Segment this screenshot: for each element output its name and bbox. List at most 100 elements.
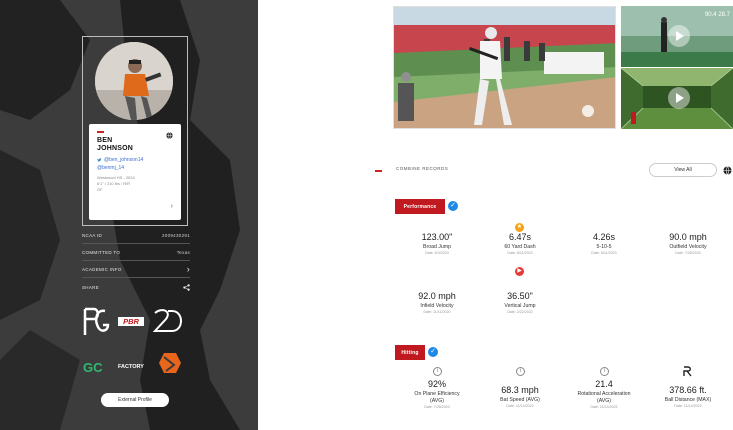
stat-5-10-5: 4.26s 5-10-5 Date: 6/11/2023 <box>559 232 649 256</box>
partner-logos: PBR GC FACTORY <box>80 305 190 385</box>
stat-label: Broad Jump <box>423 244 451 250</box>
stat-value: 92% <box>427 379 446 389</box>
twitter-icon <box>97 157 102 162</box>
velocity-overlay: 90.4 28.7 <box>705 12 731 18</box>
stat-date: Date: 11/14/2022 <box>674 404 702 408</box>
stat-infield-velocity: 92.0 mph Infield Velocity Date: 11/11/20… <box>392 291 482 315</box>
stat-on-plane-efficiency: 92% On Plane Efficiency (AVG) Date: 7/28… <box>392 379 482 410</box>
combine-records-title: COMBINE RECORDS <box>396 166 449 171</box>
twitter-link[interactable]: @ben_johnson14 <box>97 156 173 164</box>
share-label: SHARE <box>82 284 100 290</box>
stat-date: Date: 2/22/2022 <box>507 310 533 314</box>
chevron-right-icon[interactable]: › <box>171 203 173 210</box>
pg-logo <box>83 307 110 335</box>
stat-label: 60 Yard Dash <box>504 244 536 250</box>
section-accent-bar <box>375 170 382 172</box>
baseball-field-video-frame <box>394 7 615 128</box>
hexagon-logo <box>159 353 181 373</box>
committed-value: Texas <box>176 250 190 255</box>
player-photo <box>95 42 173 120</box>
stat-value: 68.3 mph <box>501 385 539 395</box>
verified-check-icon: ✓ <box>428 347 438 357</box>
video-badge-icon: ▶ <box>515 267 524 276</box>
factory-logo: FACTORY <box>118 364 144 370</box>
stat-bat-speed: 68.3 mph Bat Speed (AVG) Date: 11/14/202… <box>475 385 565 409</box>
view-all-button[interactable]: View All <box>649 163 717 177</box>
info-icon[interactable]: i <box>433 367 442 376</box>
zoom-icon <box>582 105 594 117</box>
stat-value: 36.50" <box>507 291 533 301</box>
stat-label: Rotational Acceleration <box>577 391 631 397</box>
profile-sidebar: BEN JOHNSON @ben_johnson14 @benmj_14 Wes… <box>0 0 258 430</box>
performance-tab[interactable]: Performance <box>395 199 445 214</box>
avatar <box>95 42 173 120</box>
gc-logo: GC <box>83 360 103 375</box>
stat-value: 4.26s <box>592 232 616 242</box>
pbr-logo: PBR <box>118 317 144 326</box>
stat-value: 378.66 ft. <box>669 385 707 395</box>
batting-cage-thumbnail: 90.4 28.7 <box>621 6 733 67</box>
stat-label: Ball Distance (MAX) <box>664 397 712 403</box>
profile-card[interactable]: BEN JOHNSON @ben_johnson14 @benmj_14 Wes… <box>89 124 181 220</box>
player-last-name: JOHNSON <box>97 145 134 152</box>
stat-value: 90.0 mph <box>669 232 707 242</box>
stat-label: Bat Speed (AVG) <box>500 397 540 403</box>
stat-date: Date: 11/14/2022 <box>590 405 618 409</box>
2d-logo <box>152 309 182 332</box>
stat-label: Vertical Jump <box>504 303 536 309</box>
external-profile-button[interactable]: External Profile <box>101 393 169 407</box>
hitting-tab[interactable]: Hitting <box>395 345 425 360</box>
stat-label: On Plane Efficiency <box>414 391 460 397</box>
stat-label-suffix: (AVG) <box>596 398 612 404</box>
gc-logo-text: GC <box>83 360 103 375</box>
player-meta: Westwood HS - 2024 6'1" / 210 lbs / R/R … <box>97 175 173 193</box>
stat-date: Date: 6/3/2023 <box>425 251 449 255</box>
stat-label: Infield Velocity <box>420 303 454 309</box>
stat-value: 21.4 <box>595 379 613 389</box>
chevron-right-icon: › <box>186 264 190 274</box>
indoor-cage-thumbnail <box>621 68 733 129</box>
player-first-name: BEN <box>97 137 113 144</box>
rapsodo-logo-icon <box>683 366 692 377</box>
academic-label: ACADEMIC INFO <box>82 267 122 272</box>
ncaa-id-value: 2009430291 <box>161 233 190 238</box>
main-video-player[interactable] <box>393 6 616 129</box>
globe-icon[interactable] <box>166 132 173 139</box>
stat-date: Date: 7/28/2020 <box>675 251 701 255</box>
info-row-academic[interactable]: ACADEMIC INFO › <box>82 262 190 278</box>
info-row-committed: COMMITTED TO Texas <box>82 245 190 261</box>
stat-label: Outfield Velocity <box>669 244 707 250</box>
verified-check-icon: ✓ <box>448 201 458 211</box>
ncaa-id-label: NCAA ID <box>82 233 103 238</box>
instagram-link[interactable]: @benmj_14 <box>97 164 173 172</box>
stat-vertical-jump[interactable]: 36.50" Vertical Jump Date: 2/22/2022 <box>475 291 565 315</box>
stat-date: Date: 6/11/2023 <box>591 251 617 255</box>
info-icon[interactable]: i <box>516 367 525 376</box>
info-row-share[interactable]: SHARE <box>82 279 190 295</box>
stat-rotational-acceleration: 21.4 Rotational Acceleration (AVG) Date:… <box>559 379 649 410</box>
committed-label: COMMITTED TO <box>82 250 121 255</box>
instagram-handle: @benmj_14 <box>97 165 125 171</box>
twitter-handle: @ben_johnson14 <box>104 157 144 163</box>
globe-icon[interactable] <box>723 166 732 175</box>
stat-date: Date: 6/11/2023 <box>507 251 533 255</box>
stat-date: Date: 7/28/2020 <box>424 405 450 409</box>
stat-label: 5-10-5 <box>596 244 612 250</box>
stat-date: Date: 11/14/2022 <box>506 404 534 408</box>
stat-ball-distance: 378.66 ft. Ball Distance (MAX) Date: 11/… <box>643 385 733 409</box>
stat-label-suffix: (AVG) <box>429 398 445 404</box>
video-thumbnail-2[interactable] <box>621 68 733 129</box>
share-icon <box>183 283 190 291</box>
stat-value: 123.00" <box>421 232 453 242</box>
medal-badge-icon: ★ <box>515 223 524 232</box>
stat-date: Date: 11/11/2020 <box>423 310 451 314</box>
stat-60-yard-dash[interactable]: 6.47s 60 Yard Dash Date: 6/11/2023 <box>475 232 565 256</box>
info-icon[interactable]: i <box>600 367 609 376</box>
card-accent-bar <box>97 131 104 133</box>
position-line: OF <box>97 187 103 192</box>
factory-logo-text: FACTORY <box>118 364 144 370</box>
pbr-logo-text: PBR <box>123 317 139 326</box>
stat-outfield-velocity: 90.0 mph Outfield Velocity Date: 7/28/20… <box>643 232 733 256</box>
video-thumbnail-1[interactable]: 90.4 28.7 <box>621 6 733 67</box>
stat-broad-jump: 123.00" Broad Jump Date: 6/3/2023 <box>392 232 482 256</box>
